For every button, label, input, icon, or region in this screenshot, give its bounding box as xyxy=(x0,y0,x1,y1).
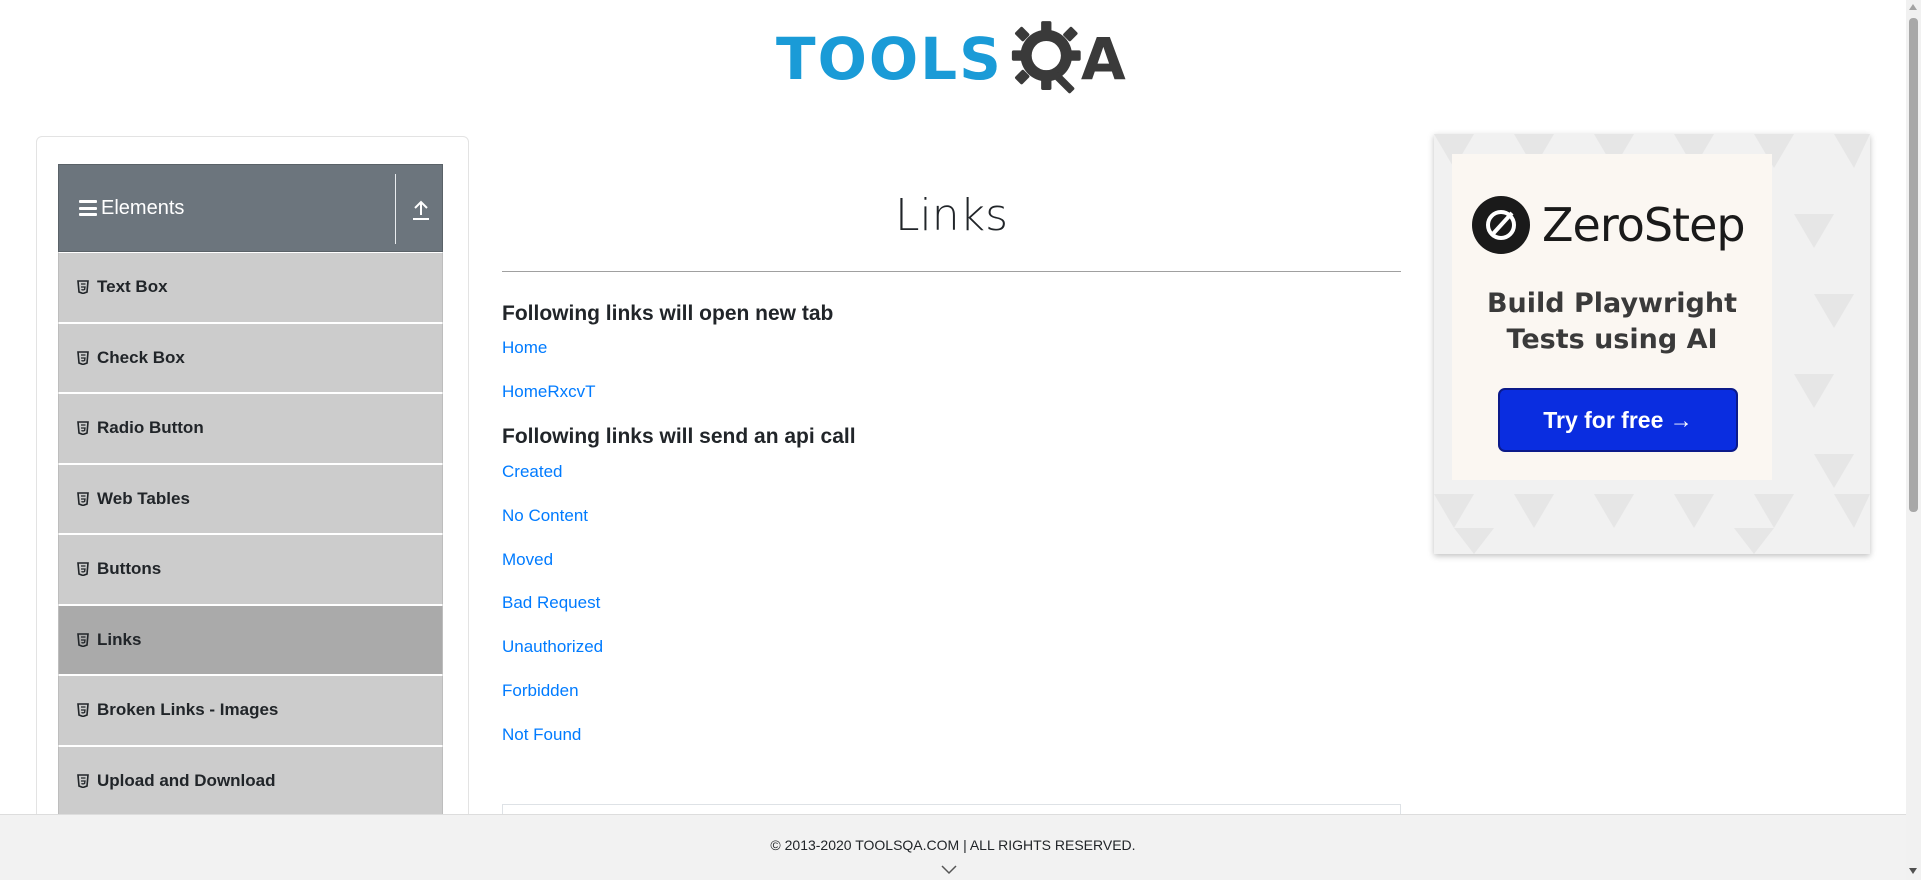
html5-icon xyxy=(77,421,89,436)
chevron-down-icon[interactable] xyxy=(941,865,957,875)
menu-item-label: Text Box xyxy=(97,277,168,297)
zerostep-logo-icon xyxy=(1472,196,1530,254)
menu-item-buttons[interactable]: Buttons xyxy=(58,534,443,605)
hamburger-icon xyxy=(79,200,97,216)
logo-text-tools: TOOLS xyxy=(776,25,1003,93)
ad-tagline-line2: Tests using AI xyxy=(1506,324,1718,355)
footer: © 2013-2020 TOOLSQA.COM | ALL RIGHTS RES… xyxy=(0,814,1906,880)
menu-item-label: Links xyxy=(97,629,142,649)
new-tab-heading: Following links will open new tab xyxy=(502,302,834,325)
footer-copyright: © 2013-2020 TOOLSQA.COM | ALL RIGHTS RES… xyxy=(770,837,1136,853)
upload-arrow-icon[interactable] xyxy=(411,199,431,221)
title-divider xyxy=(502,271,1401,272)
page-title: Links xyxy=(894,190,1009,241)
zerostep-ad[interactable]: ZeroStep Build Playwright Tests using AI… xyxy=(1434,134,1870,554)
ad-tagline-line1: Build Playwright xyxy=(1486,288,1738,319)
link-created[interactable]: Created xyxy=(502,462,562,482)
menu-item-label: Upload and Download xyxy=(97,770,276,790)
menu-item-label: Buttons xyxy=(97,559,162,579)
logo-text-a: A xyxy=(1080,25,1126,93)
elements-menu-list: Text Box Check Box Radio Button Web Tabl… xyxy=(58,252,443,816)
elements-group-header[interactable]: Elements xyxy=(58,164,443,252)
menu-item-radio-button[interactable]: Radio Button xyxy=(58,393,443,464)
link-moved[interactable]: Moved xyxy=(502,550,553,570)
menu-item-label: Broken Links - Images xyxy=(97,700,279,720)
toolsqa-logo[interactable]: TOOLS A xyxy=(776,18,1132,100)
menu-item-text-box[interactable]: Text Box xyxy=(58,252,443,323)
ad-card: ZeroStep Build Playwright Tests using AI… xyxy=(1452,154,1772,480)
html5-icon xyxy=(77,491,89,506)
link-not-found[interactable]: Not Found xyxy=(502,725,581,745)
menu-item-links[interactable]: Links xyxy=(58,604,443,675)
link-bad-request[interactable]: Bad Request xyxy=(502,593,600,613)
gear-magnifier-icon xyxy=(1011,21,1081,94)
html5-icon xyxy=(77,562,89,577)
page-scrollbar[interactable] xyxy=(1906,0,1921,880)
ad-tagline: Build Playwright Tests using AI xyxy=(1452,286,1772,358)
menu-item-label: Web Tables xyxy=(97,488,190,508)
menu-item-web-tables[interactable]: Web Tables xyxy=(58,463,443,534)
header-divider xyxy=(395,174,396,244)
html5-icon xyxy=(77,632,89,647)
menu-item-upload-and-download[interactable]: Upload and Download xyxy=(58,745,443,816)
menu-item-broken-links-images[interactable]: Broken Links - Images xyxy=(58,675,443,746)
api-call-heading: Following links will send an api call xyxy=(502,425,856,448)
menu-item-check-box[interactable]: Check Box xyxy=(58,322,443,393)
html5-icon xyxy=(77,703,89,718)
html5-icon xyxy=(77,350,89,365)
link-home-dynamic[interactable]: HomeRxcvT xyxy=(502,382,596,402)
html5-icon xyxy=(77,773,89,788)
link-no-content[interactable]: No Content xyxy=(502,506,588,526)
ad-brand-name: ZeroStep xyxy=(1542,198,1746,252)
menu-item-label: Radio Button xyxy=(97,418,204,438)
link-forbidden[interactable]: Forbidden xyxy=(502,681,579,701)
try-for-free-button[interactable]: Try for free → xyxy=(1498,388,1738,452)
scroll-up-arrow-icon[interactable] xyxy=(1909,4,1917,10)
menu-item-label: Check Box xyxy=(97,347,185,367)
group-title: Elements xyxy=(101,196,185,219)
link-unauthorized[interactable]: Unauthorized xyxy=(502,637,603,657)
link-home[interactable]: Home xyxy=(502,338,547,358)
html5-icon xyxy=(77,280,89,295)
scrollbar-thumb[interactable] xyxy=(1909,18,1918,512)
zerostep-brand: ZeroStep xyxy=(1472,196,1746,254)
scroll-down-arrow-icon[interactable] xyxy=(1909,868,1917,874)
